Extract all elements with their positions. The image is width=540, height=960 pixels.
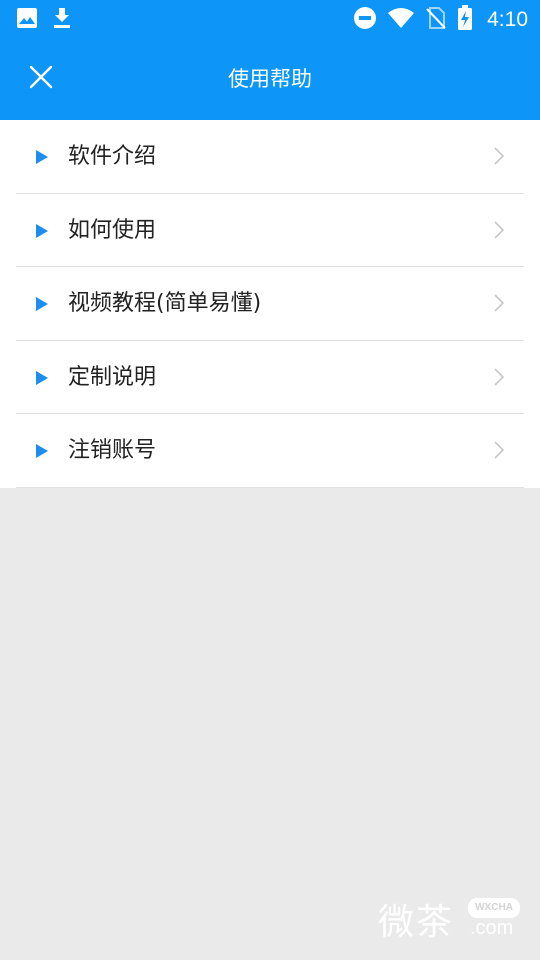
close-icon (28, 64, 54, 94)
watermark-badge: WXCHA (468, 898, 520, 918)
chevron-right-icon (493, 440, 505, 464)
help-item-how-to-use[interactable]: 如何使用 (16, 194, 524, 267)
help-item-label: 如何使用 (68, 217, 157, 243)
help-item-software-intro[interactable]: 软件介绍 (16, 120, 524, 194)
play-triangle-icon (35, 296, 49, 316)
watermark-text: 微茶 (378, 902, 455, 943)
status-bar: 4:10 (0, 0, 540, 38)
help-item-label: 软件介绍 (68, 144, 157, 169)
download-icon (52, 7, 72, 33)
help-item-video-tutorial[interactable]: 视频教程(简单易懂) (16, 267, 524, 341)
help-item-label: 定制说明 (68, 364, 157, 390)
chevron-right-icon (493, 293, 505, 317)
image-icon (16, 7, 38, 33)
play-triangle-icon (35, 443, 49, 463)
status-time: 4:10 (487, 8, 528, 31)
help-item-label: 注销账号 (68, 438, 157, 463)
help-item-label: 视频教程(简单易懂) (68, 291, 262, 316)
chevron-right-icon (493, 220, 505, 244)
play-triangle-icon (35, 370, 49, 390)
play-triangle-icon (35, 223, 49, 243)
do-not-disturb-icon (353, 6, 377, 34)
close-button[interactable] (18, 56, 64, 102)
help-item-customization[interactable]: 定制说明 (16, 341, 524, 414)
battery-charging-icon (457, 5, 473, 35)
play-triangle-icon (35, 149, 49, 169)
no-sim-icon (425, 6, 447, 34)
page-title: 使用帮助 (228, 67, 312, 91)
help-item-delete-account[interactable]: 注销账号 (16, 414, 524, 488)
chevron-right-icon (493, 146, 505, 170)
watermark: 微茶 WXCHA .com (378, 893, 526, 945)
app-toolbar: 使用帮助 (0, 38, 540, 120)
wifi-icon (387, 7, 415, 33)
chevron-right-icon (493, 367, 505, 391)
watermark-domain: .com (470, 917, 514, 939)
help-list: 软件介绍 如何使用 视频教程(简单易懂) 定制说明 注销账号 (0, 120, 540, 488)
